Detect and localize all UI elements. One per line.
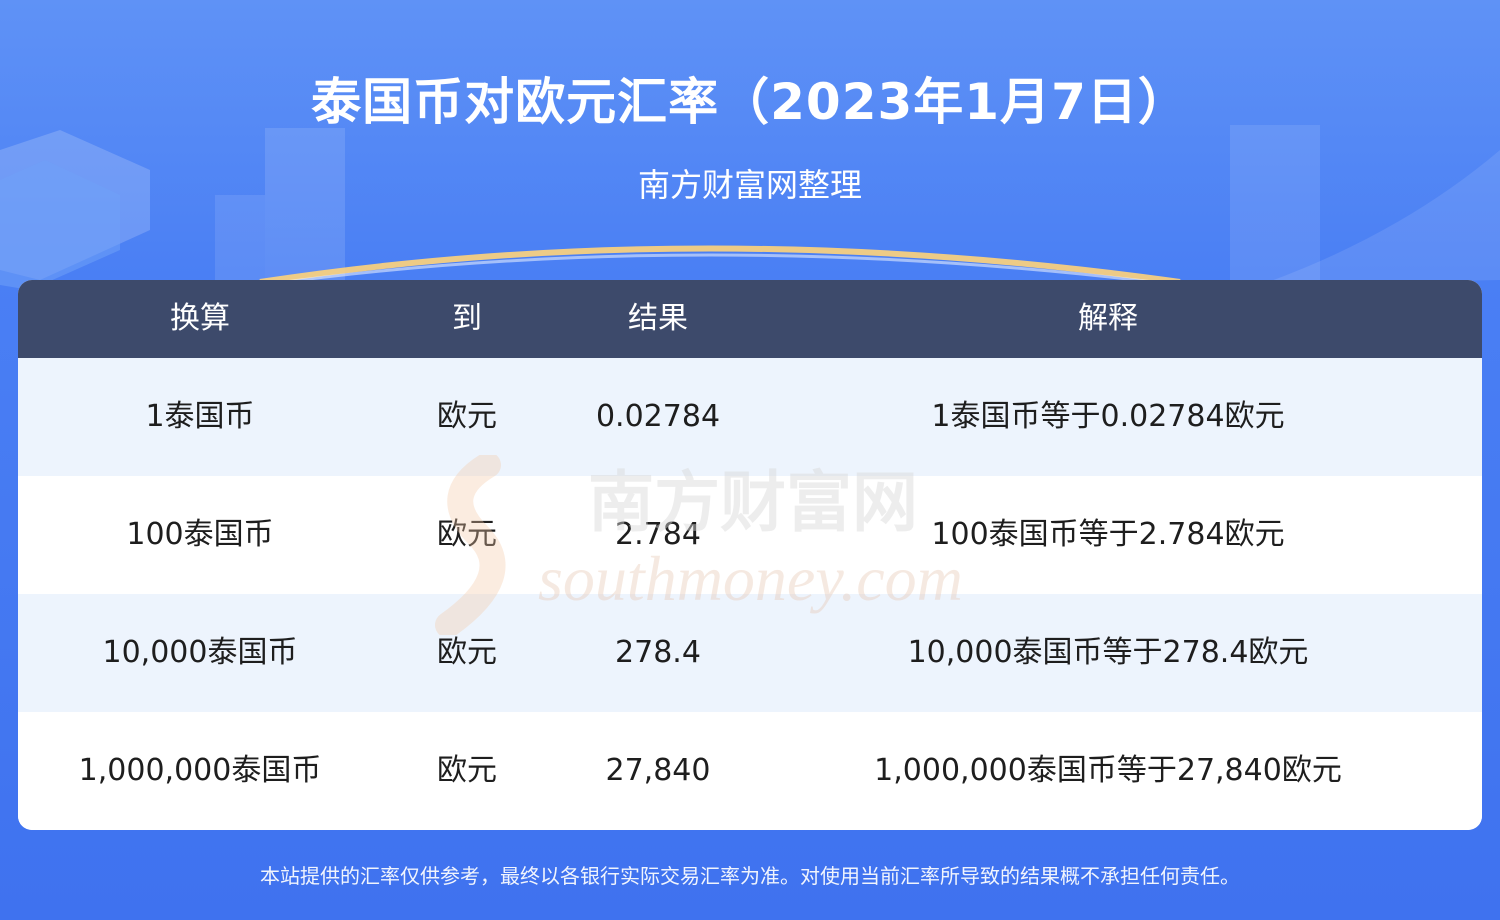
exchange-rate-table: 换算 到 结果 解释 1泰国币 欧元 0.02784 1泰国币等于0.02784… bbox=[18, 280, 1482, 830]
column-header-explain: 解释 bbox=[1078, 301, 1138, 336]
cell-to: 欧元 bbox=[437, 635, 497, 670]
cell-explain: 1泰国币等于0.02784欧元 bbox=[931, 399, 1285, 434]
cell-result: 278.4 bbox=[615, 635, 701, 670]
cell-explain: 1,000,000泰国币等于27,840欧元 bbox=[874, 753, 1342, 788]
cell-amount: 100泰国币 bbox=[126, 517, 274, 552]
page-title: 泰国币对欧元汇率（2023年1月7日） bbox=[311, 73, 1189, 131]
table-row: 100泰国币 欧元 2.784 100泰国币等于2.784欧元 bbox=[18, 476, 1482, 594]
page-subtitle: 南方财富网整理 bbox=[637, 166, 862, 204]
table-row: 10,000泰国币 欧元 278.4 10,000泰国币等于278.4欧元 bbox=[18, 594, 1482, 712]
column-header-to: 到 bbox=[452, 301, 482, 336]
cell-explain: 10,000泰国币等于278.4欧元 bbox=[907, 635, 1309, 670]
cell-amount: 10,000泰国币 bbox=[102, 635, 298, 670]
table-header: 换算 到 结果 解释 bbox=[18, 280, 1482, 358]
column-header-result: 结果 bbox=[628, 301, 688, 336]
table-row: 1泰国币 欧元 0.02784 1泰国币等于0.02784欧元 bbox=[18, 358, 1482, 476]
cell-to: 欧元 bbox=[437, 399, 497, 434]
table-row: 1,000,000泰国币 欧元 27,840 1,000,000泰国币等于27,… bbox=[18, 712, 1482, 830]
cell-result: 0.02784 bbox=[595, 399, 721, 434]
cell-amount: 1,000,000泰国币 bbox=[78, 753, 322, 788]
cell-explain: 100泰国币等于2.784欧元 bbox=[931, 517, 1285, 552]
cell-amount: 1泰国币 bbox=[145, 399, 255, 434]
cell-to: 欧元 bbox=[437, 517, 497, 552]
disclaimer-text: 本站提供的汇率仅供参考，最终以各银行实际交易汇率为准。对使用当前汇率所导致的结果… bbox=[260, 864, 1240, 888]
cell-result: 2.784 bbox=[615, 517, 701, 552]
column-header-convert: 换算 bbox=[170, 301, 230, 336]
cell-to: 欧元 bbox=[437, 753, 497, 788]
cell-result: 27,840 bbox=[605, 753, 711, 788]
